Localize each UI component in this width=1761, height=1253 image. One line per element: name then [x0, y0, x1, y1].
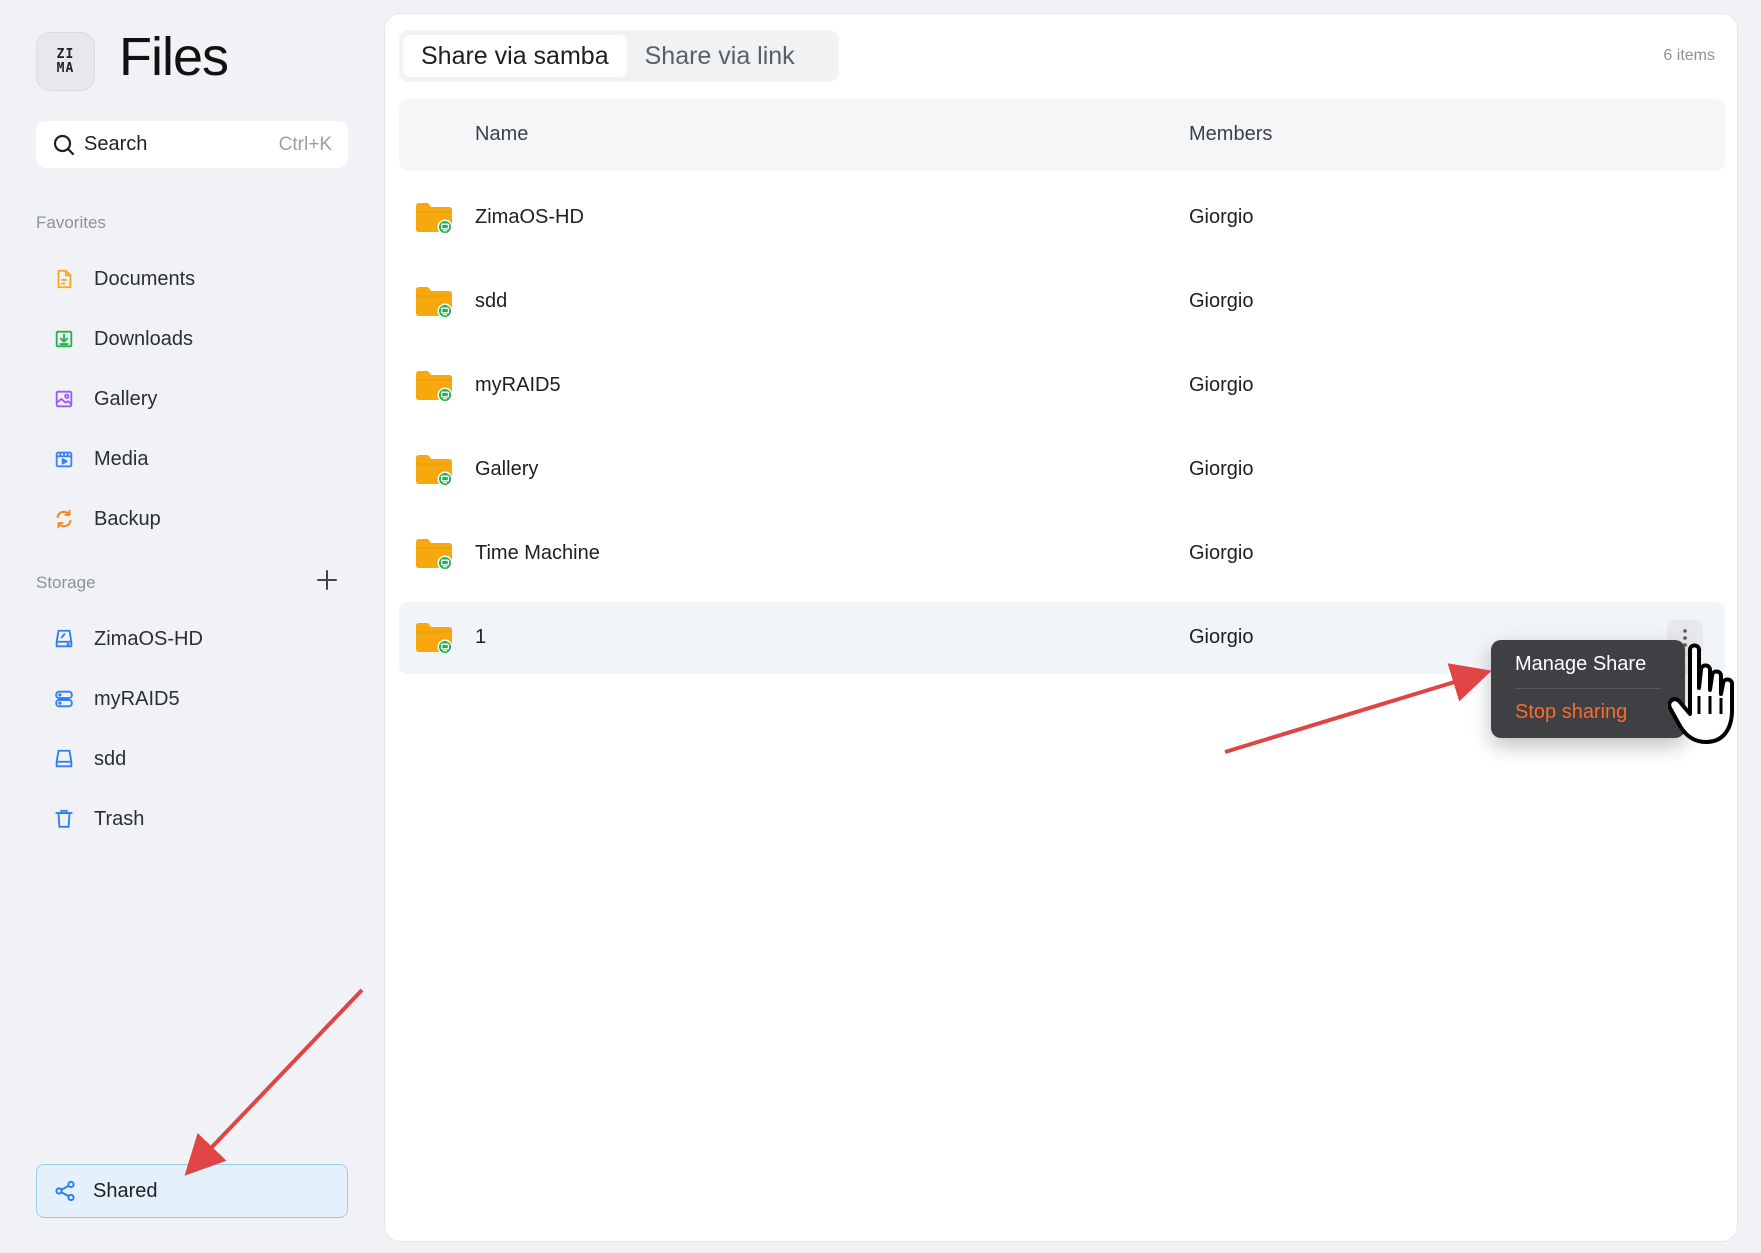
sidebar-item-label: Trash — [94, 807, 145, 830]
tab-share-via-samba[interactable]: Share via samba — [403, 35, 627, 77]
document-icon — [52, 267, 76, 291]
drive-icon — [52, 747, 76, 771]
sidebar-item-label: ZimaOS-HD — [94, 627, 203, 650]
manage-share-menu-item[interactable]: Manage Share — [1515, 653, 1646, 676]
shared-folder-icon — [416, 455, 453, 487]
sidebar-item-sdd[interactable]: sdd — [36, 736, 348, 782]
sidebar-item-label: Downloads — [94, 327, 193, 350]
sidebar-item-label: myRAID5 — [94, 687, 180, 710]
main-panel: Share via samba Share via link 6 items N… — [384, 13, 1738, 1242]
row-members: Giorgio — [1189, 374, 1254, 396]
shared-folder-icon — [416, 203, 453, 235]
sidebar-item-label: Backup — [94, 507, 161, 530]
gallery-icon — [52, 387, 76, 411]
shared-folder-icon — [416, 623, 453, 655]
table-row[interactable]: myRAID5 Giorgio — [399, 350, 1725, 422]
row-members: Giorgio — [1189, 542, 1254, 564]
row-name: 1 — [475, 626, 487, 648]
app-title: Files — [119, 27, 229, 87]
logo-bottom: MA — [56, 60, 75, 76]
stop-sharing-menu-item[interactable]: Stop sharing — [1515, 701, 1627, 724]
disk-icon — [52, 627, 76, 651]
sidebar-item-trash[interactable]: Trash — [36, 796, 348, 842]
sidebar-item-label: sdd — [94, 747, 127, 770]
backup-icon — [52, 507, 76, 531]
favorites-label: Favorites — [36, 213, 106, 232]
row-name: Time Machine — [475, 542, 600, 564]
share-tabs: Share via samba Share via link — [399, 30, 839, 82]
media-icon — [52, 447, 76, 471]
sidebar: ZI MA Files Search Ctrl+K Favorites Docu… — [0, 0, 384, 1253]
shared-folder-icon — [416, 287, 453, 319]
row-name: myRAID5 — [475, 374, 561, 396]
table-row[interactable]: Time Machine Giorgio — [399, 518, 1725, 590]
row-name: sdd — [475, 290, 508, 312]
search-icon — [53, 134, 75, 155]
sidebar-item-label: Documents — [94, 267, 196, 290]
sidebar-item-backup[interactable]: Backup — [36, 496, 348, 542]
files-app: ZI MA Files Search Ctrl+K Favorites Docu… — [0, 0, 1761, 1253]
hand-cursor-icon — [1668, 643, 1734, 744]
tab-share-via-link[interactable]: Share via link — [627, 35, 813, 77]
column-header-members[interactable]: Members — [1189, 123, 1272, 146]
table-row[interactable]: ZimaOS-HD Giorgio — [399, 182, 1725, 254]
sidebar-item-gallery[interactable]: Gallery — [36, 376, 348, 422]
sidebar-item-label: Shared — [93, 1179, 158, 1202]
shared-folder-icon — [416, 539, 453, 571]
table-row[interactable]: sdd Giorgio — [399, 266, 1725, 338]
search-shortcut: Ctrl+K — [278, 133, 332, 155]
context-menu: Manage Share Stop sharing — [1491, 640, 1685, 738]
download-icon — [52, 327, 76, 351]
sidebar-item-label: Gallery — [94, 387, 158, 410]
shared-folder-icon — [416, 371, 453, 403]
row-members: Giorgio — [1189, 458, 1254, 480]
item-count: 6 items — [1663, 47, 1715, 64]
zima-logo[interactable]: ZI MA — [36, 32, 95, 91]
sidebar-item-label: Media — [94, 447, 149, 470]
sidebar-item-shared[interactable]: Shared — [36, 1164, 348, 1218]
column-header-name[interactable]: Name — [475, 123, 528, 146]
add-storage-icon[interactable] — [314, 567, 340, 593]
row-name: ZimaOS-HD — [475, 206, 584, 228]
sidebar-item-downloads[interactable]: Downloads — [36, 316, 348, 362]
row-members: Giorgio — [1189, 626, 1254, 648]
table-header: Name Members — [399, 99, 1725, 171]
table-row[interactable]: Gallery Giorgio — [399, 434, 1725, 506]
share-icon — [53, 1179, 77, 1203]
raid-icon — [52, 687, 76, 711]
search-box[interactable]: Search Ctrl+K — [36, 121, 348, 168]
storage-label: Storage — [36, 573, 96, 592]
sidebar-item-zimaos-hd[interactable]: ZimaOS-HD — [36, 616, 348, 662]
menu-divider — [1515, 688, 1661, 689]
row-members: Giorgio — [1189, 290, 1254, 312]
sidebar-item-media[interactable]: Media — [36, 436, 348, 482]
sidebar-item-documents[interactable]: Documents — [36, 256, 348, 302]
search-label: Search — [84, 133, 148, 155]
row-name: Gallery — [475, 458, 539, 480]
logo-top: ZI — [56, 46, 75, 62]
trash-icon — [52, 807, 76, 831]
row-members: Giorgio — [1189, 206, 1254, 228]
sidebar-item-myraid5[interactable]: myRAID5 — [36, 676, 348, 722]
